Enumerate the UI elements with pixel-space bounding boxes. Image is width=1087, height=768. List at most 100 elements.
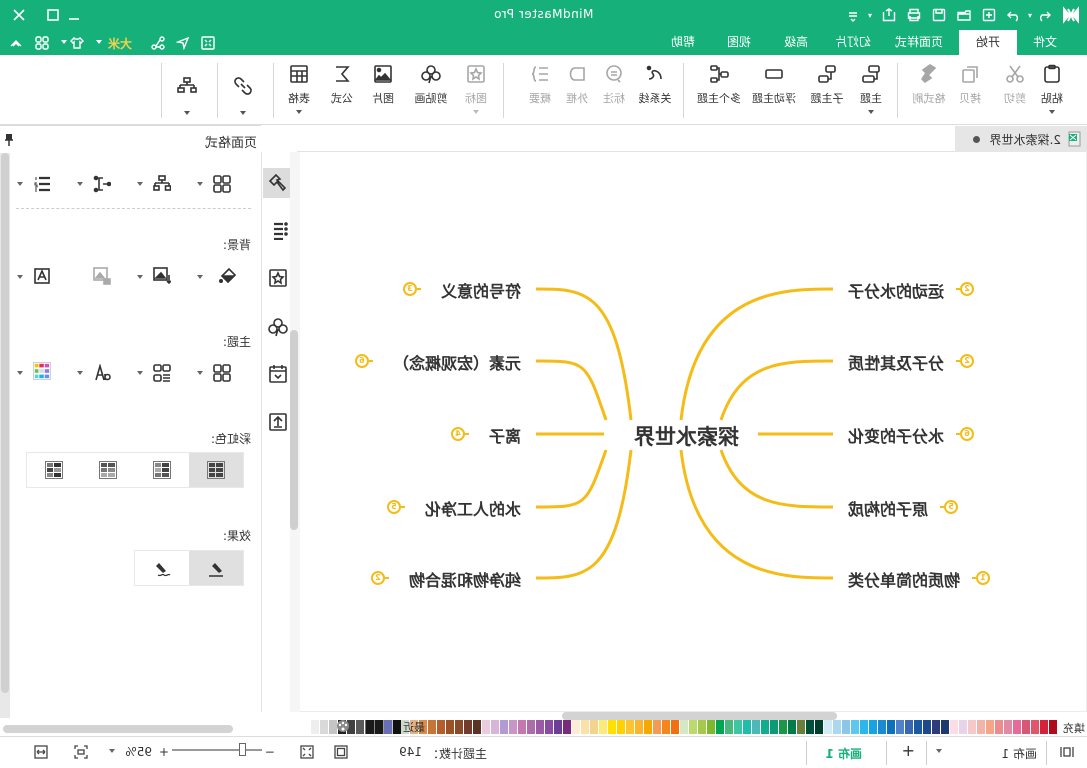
recent-color-swatch[interactable] xyxy=(375,720,383,734)
color-swatch[interactable] xyxy=(491,720,499,734)
layout-dropdown-icon[interactable] xyxy=(184,111,190,115)
horizontal-scrollbar[interactable] xyxy=(562,712,837,720)
clipart-panel-tab[interactable] xyxy=(263,312,293,342)
color-swatch[interactable] xyxy=(554,720,562,734)
color-swatch[interactable] xyxy=(608,720,616,734)
link-dropdown-icon[interactable] xyxy=(240,111,246,115)
tab-help[interactable]: 帮助 xyxy=(657,30,709,55)
color-swatch[interactable] xyxy=(437,720,445,734)
color-swatch[interactable] xyxy=(662,720,670,734)
layout-dropdown-icon[interactable] xyxy=(197,182,203,186)
multiple-topics-button[interactable]: 多个主题 xyxy=(697,63,741,106)
color-swatch[interactable] xyxy=(914,720,922,734)
effect-hand-drawn-option[interactable] xyxy=(135,551,189,585)
color-swatch[interactable] xyxy=(752,720,760,734)
boundary-button[interactable]: 外框 xyxy=(557,63,597,106)
fit-window-icon[interactable] xyxy=(73,744,89,760)
zoom-in-button[interactable]: + xyxy=(159,745,169,759)
pin-icon[interactable] xyxy=(5,134,13,146)
structure-button[interactable] xyxy=(147,174,177,194)
table-button[interactable]: 表格 xyxy=(279,63,319,114)
fit-page-icon[interactable] xyxy=(333,744,349,760)
table-dropdown-icon[interactable] xyxy=(296,110,302,114)
color-swatch[interactable] xyxy=(779,720,787,734)
export-panel-tab[interactable] xyxy=(263,407,293,437)
panel-scrollbar[interactable] xyxy=(1,153,9,693)
right-branch-topic[interactable]: 纯净物和混合物 xyxy=(409,567,521,591)
topic-count-badge-icon[interactable]: 3 xyxy=(402,282,417,296)
theme-layout-alt-dropdown-icon[interactable] xyxy=(137,371,143,375)
watermark-dropdown-icon[interactable] xyxy=(17,275,23,279)
color-swatch[interactable] xyxy=(689,720,697,734)
paste-button[interactable]: 粘贴 xyxy=(1032,63,1072,114)
page-tab-1[interactable]: 画布 1 xyxy=(1002,745,1037,762)
page-list-icon[interactable] xyxy=(1059,744,1075,760)
relationship-button[interactable]: 关系线 xyxy=(635,63,675,106)
left-branch-topic[interactable]: 分子及其性质 xyxy=(848,350,944,374)
theme-layout-button[interactable] xyxy=(207,363,237,383)
paste-dropdown-icon[interactable] xyxy=(1049,110,1055,114)
color-theme-dropdown-icon[interactable] xyxy=(17,371,23,375)
theme-icon[interactable] xyxy=(69,35,85,51)
layout-button[interactable] xyxy=(207,174,237,194)
color-swatch[interactable] xyxy=(581,720,589,734)
color-swatch[interactable] xyxy=(500,720,508,734)
topic-count-badge-icon[interactable]: 2 xyxy=(370,571,385,585)
collapse-ribbon-icon[interactable] xyxy=(8,35,24,51)
structure-dropdown-icon[interactable] xyxy=(137,182,143,186)
color-swatch[interactable] xyxy=(1013,720,1021,734)
rainbow-style-3[interactable] xyxy=(81,453,135,487)
effect-straight-option[interactable] xyxy=(189,551,243,585)
connector-dropdown-icon[interactable] xyxy=(77,182,83,186)
connect-icon[interactable] xyxy=(150,35,166,51)
topic-count-badge-icon[interactable]: 5 xyxy=(386,500,401,514)
color-swatch[interactable] xyxy=(428,720,436,734)
color-swatch[interactable] xyxy=(743,720,751,734)
fill-bucket-dropdown-icon[interactable] xyxy=(197,275,203,279)
color-swatch[interactable] xyxy=(923,720,931,734)
clipart-button[interactable]: 剪贴画 xyxy=(411,63,451,106)
topic-count-badge-icon[interactable]: 6 xyxy=(960,427,975,441)
zoom-slider-handle[interactable] xyxy=(239,743,246,756)
color-swatch[interactable] xyxy=(842,720,850,734)
color-swatch[interactable] xyxy=(455,720,463,734)
color-swatch[interactable] xyxy=(941,720,949,734)
fill-bucket-button[interactable] xyxy=(213,266,243,286)
color-swatch[interactable] xyxy=(473,720,481,734)
color-theme-button[interactable] xyxy=(27,361,57,381)
numbering-dropdown-icon[interactable] xyxy=(17,182,23,186)
floating-topic-button[interactable]: 浮动主题 xyxy=(752,63,796,106)
color-swatch[interactable] xyxy=(959,720,967,734)
topic-count-badge-icon[interactable]: 1 xyxy=(976,571,991,585)
panel-horizontal-scrollbar[interactable] xyxy=(3,725,233,733)
theme-layout-alt-button[interactable] xyxy=(147,363,177,383)
color-swatch[interactable] xyxy=(932,720,940,734)
color-swatch[interactable] xyxy=(806,720,814,734)
right-branch-topic[interactable]: 元素（宏观概念） xyxy=(393,350,521,374)
color-swatch[interactable] xyxy=(527,720,535,734)
left-branch-topic[interactable]: 物质的简单分类 xyxy=(848,567,960,591)
mark-button[interactable]: 图标 xyxy=(456,63,496,114)
subtopic-button[interactable]: 子主题 xyxy=(807,63,847,106)
topic-count-badge-icon[interactable]: 5 xyxy=(944,500,959,514)
color-swatch[interactable] xyxy=(482,720,490,734)
color-swatch[interactable] xyxy=(536,720,544,734)
right-branch-topic[interactable]: 离子 xyxy=(489,423,521,447)
watermark-button[interactable] xyxy=(27,266,57,286)
left-branch-topic[interactable]: 水分子的变化 xyxy=(848,423,944,447)
color-swatch[interactable] xyxy=(563,720,571,734)
zoom-level[interactable]: 95% xyxy=(125,745,152,759)
add-page-button[interactable]: + xyxy=(902,741,915,760)
color-swatch[interactable] xyxy=(590,720,598,734)
color-swatch[interactable] xyxy=(311,720,319,734)
color-swatch[interactable] xyxy=(1040,720,1048,734)
minimize-button[interactable] xyxy=(64,5,84,25)
color-swatch[interactable] xyxy=(707,720,715,734)
color-swatch[interactable] xyxy=(878,720,886,734)
theme-dropdown-icon[interactable] xyxy=(61,40,67,44)
callout-button[interactable]: 标注 xyxy=(594,63,634,106)
tab-file[interactable]: 文件 xyxy=(1019,30,1071,55)
page-dropdown-icon[interactable] xyxy=(936,749,942,753)
root-topic[interactable]: 探索水世界 xyxy=(634,421,739,451)
theme-layout-dropdown-icon[interactable] xyxy=(197,371,203,375)
